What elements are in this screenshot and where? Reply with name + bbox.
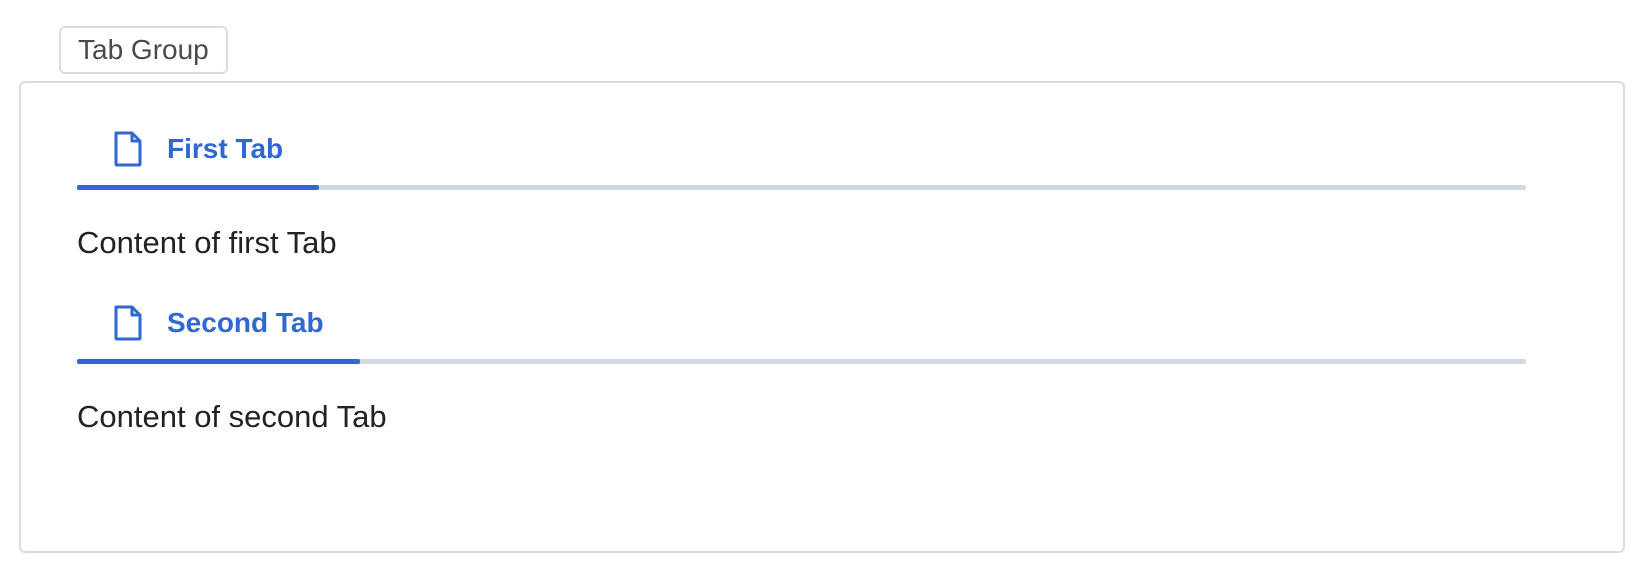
- tab-header: First Tab: [77, 116, 1526, 190]
- tab-section-first: First Tab Content of first Tab: [77, 116, 1526, 263]
- tab-group-label: Tab Group: [59, 26, 228, 74]
- file-icon: [113, 131, 143, 167]
- tab-label: First Tab: [167, 133, 284, 164]
- tab-active-indicator: [77, 359, 360, 364]
- tab-active-indicator: [77, 185, 320, 190]
- tab-second[interactable]: Second Tab: [77, 290, 360, 364]
- tab-section-second: Second Tab Content of second Tab: [77, 290, 1526, 437]
- tab-label: Second Tab: [167, 307, 324, 338]
- tab-content: Content of first Tab: [77, 225, 337, 260]
- tab-header: Second Tab: [77, 290, 1526, 364]
- tab-first[interactable]: First Tab: [77, 116, 320, 190]
- file-icon: [113, 305, 143, 341]
- tab-content: Content of second Tab: [77, 399, 387, 434]
